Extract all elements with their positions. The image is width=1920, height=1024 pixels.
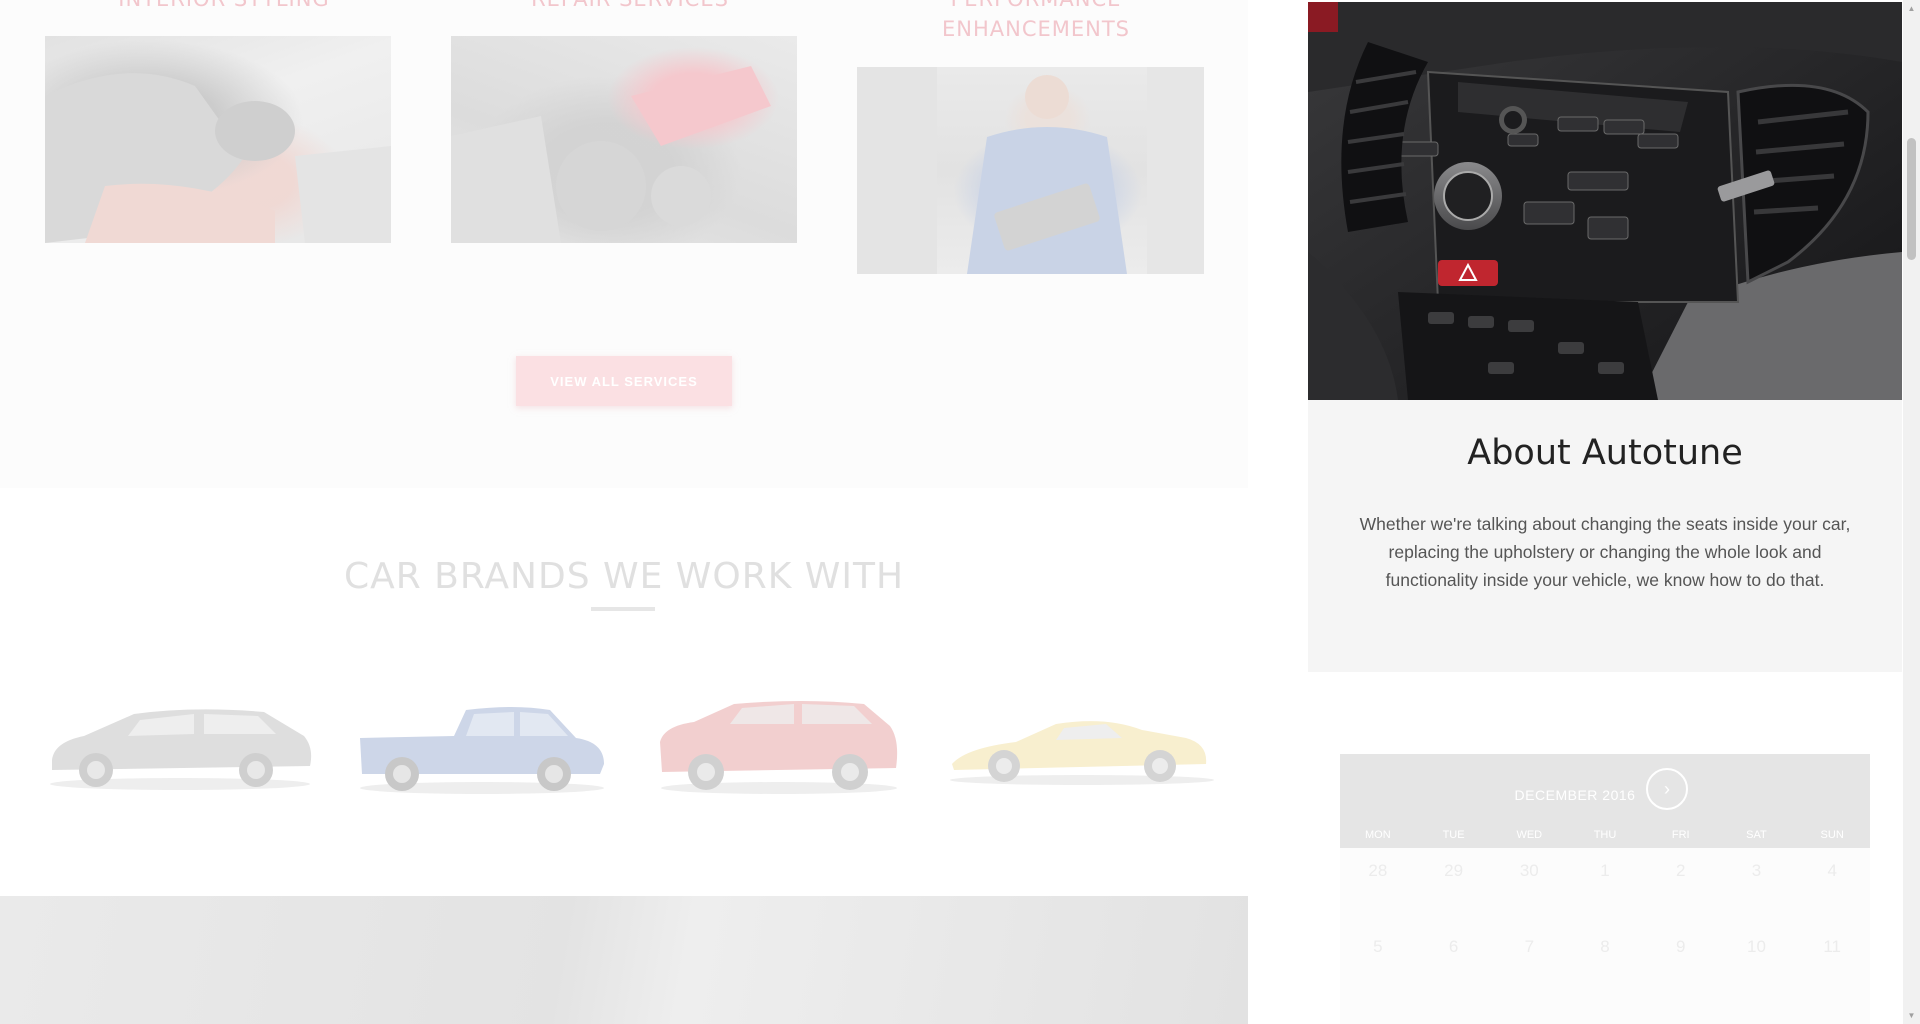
calendar-day[interactable]: 9 [1643, 924, 1719, 1000]
heading-divider [591, 607, 655, 611]
service-performance[interactable]: Performance Enhancements [866, 0, 1206, 44]
side-panel: About Autotune Whether we're talking abo… [1308, 0, 1902, 1024]
service-title[interactable]: Repair Services [450, 0, 810, 14]
weekday-label: THU [1593, 829, 1617, 841]
calendar-day[interactable]: 8 [1567, 924, 1643, 1000]
mechanic-photo[interactable] [857, 67, 1204, 274]
service-title[interactable]: Performance Enhancements [856, 0, 1216, 44]
weekday-label: WED [1516, 829, 1543, 841]
calendar-widget: DECEMBER 2016 › MON TUE WED THU FRI SAT … [1340, 754, 1870, 1024]
red-suv-car-image[interactable] [654, 696, 904, 796]
calendar-day[interactable]: 4 [1794, 848, 1870, 924]
page-scrollbar[interactable]: ▲ ▼ [1903, 0, 1920, 1024]
interior-photo[interactable] [45, 36, 391, 243]
about-title: About Autotune [1467, 433, 1743, 473]
next-month-chevron-icon[interactable]: › [1646, 768, 1688, 810]
calendar-day[interactable]: 6 [1416, 924, 1492, 1000]
calendar-day[interactable]: 10 [1719, 924, 1795, 1000]
calendar-weekdays: MON TUE WED THU FRI SAT SUN [1340, 828, 1870, 842]
calendar-day[interactable]: 3 [1719, 848, 1795, 924]
scroll-up-arrow-icon[interactable]: ▲ [1903, 0, 1920, 17]
calendar-header: DECEMBER 2016 › MON TUE WED THU FRI SAT … [1340, 754, 1870, 848]
weekday-label: MON [1365, 829, 1391, 841]
calendar-week: 5 6 7 8 9 10 11 [1340, 924, 1870, 1000]
dashboard-photo [1308, 2, 1902, 400]
scrollbar-thumb[interactable] [1907, 138, 1916, 260]
weekday-label: SAT [1746, 829, 1767, 841]
calendar-day[interactable]: 11 [1794, 924, 1870, 1000]
calendar-day[interactable]: 1 [1567, 848, 1643, 924]
calendar-day[interactable]: 28 [1340, 848, 1416, 924]
yellow-supercar-car-image[interactable] [946, 708, 1218, 788]
calendar-grid: 28 29 30 1 2 3 4 5 6 7 8 9 10 11 [1340, 848, 1870, 1024]
calendar-day[interactable]: 5 [1340, 924, 1416, 1000]
calendar-day[interactable]: 7 [1491, 924, 1567, 1000]
blue-pickup-car-image[interactable] [354, 698, 610, 796]
calendar-day[interactable]: 29 [1416, 848, 1492, 924]
about-section: About Autotune Whether we're talking abo… [1308, 400, 1902, 672]
scroll-down-arrow-icon[interactable]: ▼ [1903, 1007, 1920, 1024]
silver-wagon-car-image[interactable] [44, 700, 316, 792]
service-interior[interactable]: Interior Styling [54, 0, 394, 14]
view-all-services-button[interactable]: View all services [516, 356, 732, 406]
weekday-label: SUN [1820, 829, 1844, 841]
brands-heading: Car brands we work with [343, 556, 905, 597]
weekday-label: FRI [1671, 829, 1690, 841]
weekday-label: TUE [1442, 829, 1465, 841]
service-title[interactable]: Interior Styling [44, 0, 404, 14]
calendar-week: 28 29 30 1 2 3 4 [1340, 848, 1870, 924]
service-repair[interactable]: Repair Services [460, 0, 800, 14]
calendar-day[interactable]: 30 [1491, 848, 1567, 924]
services-section: Interior Styling Repair Services Perform… [0, 0, 1248, 488]
about-text: Whether we're talking about changing the… [1359, 514, 1851, 590]
main-content: Interior Styling Repair Services Perform… [0, 0, 1248, 1024]
engine-repair-photo[interactable] [451, 36, 797, 243]
calendar-day[interactable]: 2 [1643, 848, 1719, 924]
calendar-month-label: DECEMBER 2016 [1514, 787, 1636, 803]
bottom-banner [0, 896, 1248, 1024]
